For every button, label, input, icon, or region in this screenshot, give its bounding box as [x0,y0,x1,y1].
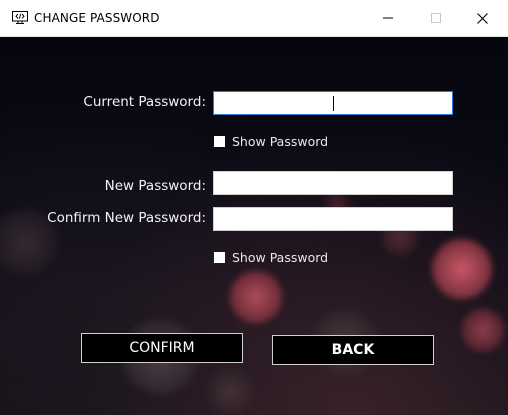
title-bar[interactable]: CHANGE PASSWORD [0,0,508,37]
new-password-input[interactable] [214,172,452,195]
bokeh-light [200,367,260,415]
show-password-checkbox-2[interactable] [214,251,225,263]
show-password-checkbox-1[interactable] [214,135,225,147]
confirm-button[interactable]: CONFIRM [81,333,243,363]
show-password-toggle-1[interactable]: Show Password [214,133,328,149]
minimize-button[interactable] [366,0,410,36]
show-password-label-1: Show Password [232,133,329,149]
minimize-icon [383,17,393,19]
maximize-icon [431,13,441,23]
close-button[interactable] [460,0,504,36]
confirm-new-password-input[interactable] [214,208,452,231]
change-password-window: CHANGE PASSWORD Current Password: Show P… [0,0,508,415]
new-password-label: New Password: [104,178,206,194]
confirm-new-password-field[interactable] [213,207,453,231]
window-title: CHANGE PASSWORD [34,11,160,25]
show-password-label-2: Show Password [232,249,329,265]
text-caret [333,96,334,111]
bokeh-light [460,307,506,353]
close-icon [476,12,488,24]
current-password-field[interactable] [213,91,453,115]
monitor-code-icon [12,11,28,24]
new-password-field[interactable] [213,171,453,195]
bokeh-light [228,269,284,325]
confirm-new-password-label: Confirm New Password: [47,210,206,226]
maximize-button[interactable] [414,0,458,36]
back-button[interactable]: BACK [272,335,434,365]
show-password-toggle-2[interactable]: Show Password [214,249,328,265]
bokeh-light [430,237,494,301]
current-password-label: Current Password: [83,94,206,110]
